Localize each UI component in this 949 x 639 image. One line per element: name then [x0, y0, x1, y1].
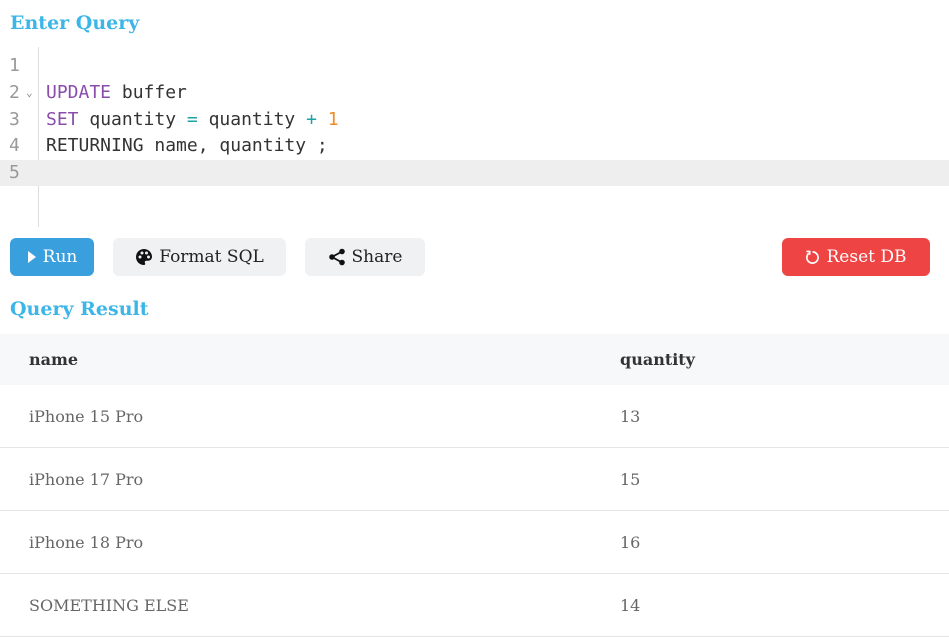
cell-name: iPhone 17 Pro: [29, 470, 144, 489]
cell-quantity: 15: [620, 470, 641, 489]
code-text: RETURNING name, quantity ;: [46, 135, 328, 156]
share-label: Share: [351, 247, 403, 267]
table-header: name quantity: [0, 334, 949, 385]
code-segment: quantity: [197, 109, 307, 130]
keyword: UPDATE: [46, 82, 112, 103]
editor-line-5[interactable]: 5: [0, 160, 949, 186]
operator: =: [186, 109, 198, 130]
query-result-title: Query Result: [10, 298, 149, 320]
format-sql-label: Format SQL: [159, 247, 264, 267]
line-number: 3: [9, 109, 20, 130]
reset-db-label: Reset DB: [826, 247, 907, 267]
table-row: iPhone 17 Pro 15: [0, 448, 949, 511]
column-header-quantity: quantity: [620, 350, 695, 369]
table-row: iPhone 15 Pro 13: [0, 385, 949, 448]
line-number: 5: [9, 162, 20, 183]
code-text: SET quantity = quantity + 1: [46, 107, 339, 133]
cell-name: iPhone 18 Pro: [29, 533, 144, 552]
operator: +: [306, 109, 317, 130]
line-number: 1: [9, 55, 20, 76]
run-label: Run: [42, 247, 78, 267]
cell-quantity: 16: [620, 533, 641, 552]
fold-icon[interactable]: ⌄: [26, 80, 33, 106]
play-icon: [27, 251, 36, 263]
cell-name: SOMETHING ELSE: [29, 596, 189, 615]
number-literal: 1: [327, 109, 339, 130]
editor-line-1[interactable]: 1: [0, 53, 949, 79]
editor-line-3[interactable]: 3 SET quantity = quantity + 1: [0, 107, 949, 133]
keyword: SET: [46, 109, 79, 130]
format-sql-button[interactable]: Format SQL: [113, 238, 286, 276]
share-button[interactable]: Share: [305, 238, 425, 276]
code-segment: buffer: [111, 82, 187, 103]
sql-editor[interactable]: 1 2 ⌄ UPDATE buffer 3 SET quantity = qua…: [0, 47, 949, 227]
cell-quantity: 14: [620, 596, 641, 615]
column-header-name: name: [29, 350, 79, 369]
share-icon: [328, 248, 345, 266]
reset-db-button[interactable]: Reset DB: [782, 238, 930, 276]
cell-name: iPhone 15 Pro: [29, 407, 144, 426]
code-text: UPDATE buffer: [46, 80, 187, 106]
cell-quantity: 13: [620, 407, 641, 426]
code-segment: quantity: [78, 109, 187, 130]
table-row: iPhone 18 Pro 16: [0, 511, 949, 574]
editor-line-4[interactable]: 4 RETURNING name, quantity ;: [0, 133, 949, 159]
run-button[interactable]: Run: [10, 238, 94, 276]
editor-line-2[interactable]: 2 ⌄ UPDATE buffer: [0, 80, 949, 106]
result-table: name quantity iPhone 15 Pro 13 iPhone 17…: [0, 334, 949, 637]
table-row: SOMETHING ELSE 14: [0, 574, 949, 637]
line-number: 4: [9, 135, 20, 156]
rotate-icon: [806, 250, 820, 264]
enter-query-title: Enter Query: [10, 12, 140, 34]
palette-icon: [136, 249, 153, 265]
